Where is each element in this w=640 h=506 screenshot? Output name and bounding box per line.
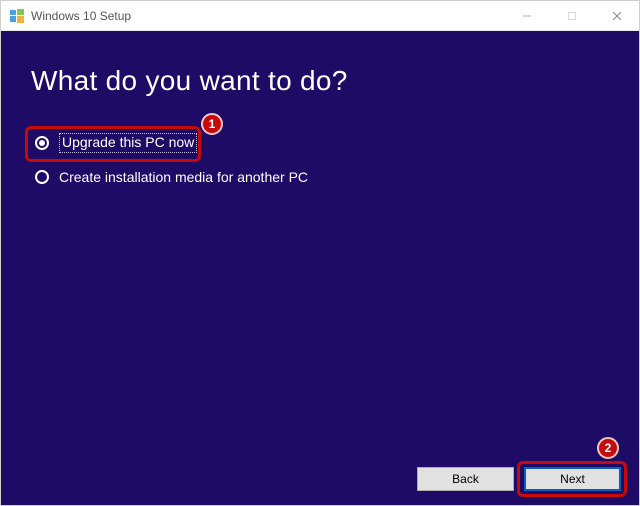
page-heading: What do you want to do? — [31, 65, 609, 97]
content-area: What do you want to do? Upgrade this PC … — [1, 31, 639, 505]
annotation-marker-2: 2 — [597, 437, 619, 459]
maximize-button — [549, 1, 594, 30]
next-button[interactable]: Next — [524, 467, 621, 491]
footer-buttons: Back Next — [417, 467, 621, 491]
minimize-button[interactable] — [504, 1, 549, 30]
close-button[interactable] — [594, 1, 639, 30]
options-group: Upgrade this PC now Create installation … — [31, 133, 609, 185]
window-title: Windows 10 Setup — [31, 9, 131, 23]
radio-unselected-icon — [35, 170, 49, 184]
window-controls — [504, 1, 639, 30]
focus-indicator: Upgrade this PC now — [59, 133, 197, 153]
option-upgrade-now[interactable]: Upgrade this PC now — [35, 133, 609, 153]
setup-window: Windows 10 Setup What do you want to do?… — [0, 0, 640, 506]
option-create-media[interactable]: Create installation media for another PC — [35, 169, 609, 185]
option-label: Upgrade this PC now — [62, 134, 194, 150]
app-icon — [9, 8, 25, 24]
radio-selected-icon — [35, 136, 49, 150]
annotation-marker-1: 1 — [201, 113, 223, 135]
option-label: Create installation media for another PC — [59, 169, 308, 185]
back-button[interactable]: Back — [417, 467, 514, 491]
titlebar[interactable]: Windows 10 Setup — [1, 1, 639, 31]
